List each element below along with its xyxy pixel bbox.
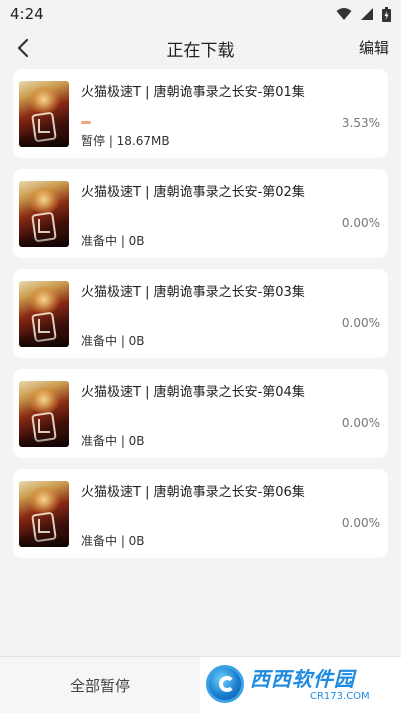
progress-bar <box>81 421 301 424</box>
item-status: 准备中 | 0B <box>81 434 145 448</box>
download-item[interactable]: 火猫极速T | 唐朝诡事录之长安-第06集 准备中 | 0B 0.00% <box>13 469 388 558</box>
cover-thumbnail <box>19 381 69 447</box>
progress-bar <box>81 221 301 224</box>
item-percent: 0.00% <box>341 416 380 430</box>
progress-fill <box>81 121 91 124</box>
item-status: 准备中 | 0B <box>81 334 145 348</box>
progress-bar <box>81 321 301 324</box>
cover-thumbnail <box>19 181 69 247</box>
battery-icon <box>382 6 391 22</box>
progress-bar <box>81 521 301 524</box>
status-bar: 4:24 <box>0 0 401 28</box>
edit-button[interactable]: 编辑 <box>359 37 389 58</box>
item-title: 火猫极速T | 唐朝诡事录之长安-第02集 <box>81 185 305 200</box>
watermark-url: CR173.COM <box>310 691 370 702</box>
item-percent: 3.53% <box>341 116 380 130</box>
item-title: 火猫极速T | 唐朝诡事录之长安-第06集 <box>81 485 305 500</box>
item-title: 火猫极速T | 唐朝诡事录之长安-第04集 <box>81 385 305 400</box>
cover-thumbnail <box>19 281 69 347</box>
download-item[interactable]: 火猫极速T | 唐朝诡事录之长安-第03集 准备中 | 0B 0.00% <box>13 269 388 358</box>
cover-thumbnail <box>19 481 69 547</box>
watermark-text: 西西软件园 <box>250 667 355 691</box>
download-item[interactable]: 火猫极速T | 唐朝诡事录之长安-第04集 准备中 | 0B 0.00% <box>13 369 388 458</box>
download-item[interactable]: 火猫极速T | 唐朝诡事录之长安-第02集 准备中 | 0B 0.00% <box>13 169 388 258</box>
watermark-logo-icon <box>206 665 244 703</box>
pause-all-button[interactable]: 全部暂停 <box>0 657 200 713</box>
item-status: 准备中 | 0B <box>81 534 145 548</box>
item-title: 火猫极速T | 唐朝诡事录之长安-第01集 <box>81 85 305 100</box>
download-list: 火猫极速T | 唐朝诡事录之长安-第01集 暂停 | 18.67MB 3.53%… <box>13 69 388 569</box>
item-status: 准备中 | 0B <box>81 234 145 248</box>
item-percent: 0.00% <box>341 516 380 530</box>
watermark: 西西软件园 CR173.COM <box>200 657 401 713</box>
item-percent: 0.00% <box>341 216 380 230</box>
status-time: 4:24 <box>10 5 44 23</box>
cover-thumbnail <box>19 81 69 147</box>
progress-bar <box>81 121 301 124</box>
page-title: 正在下载 <box>166 41 235 61</box>
bottom-bar: 全部暂停 西西软件园 CR173.COM <box>0 656 401 713</box>
item-title: 火猫极速T | 唐朝诡事录之长安-第03集 <box>81 285 305 300</box>
status-icons <box>336 6 391 22</box>
header: 正在下载 编辑 <box>0 28 401 68</box>
wifi-icon <box>336 8 352 20</box>
item-status: 暂停 | 18.67MB <box>81 134 170 148</box>
item-percent: 0.00% <box>341 316 380 330</box>
signal-icon <box>361 8 373 20</box>
download-item[interactable]: 火猫极速T | 唐朝诡事录之长安-第01集 暂停 | 18.67MB 3.53% <box>13 69 388 158</box>
